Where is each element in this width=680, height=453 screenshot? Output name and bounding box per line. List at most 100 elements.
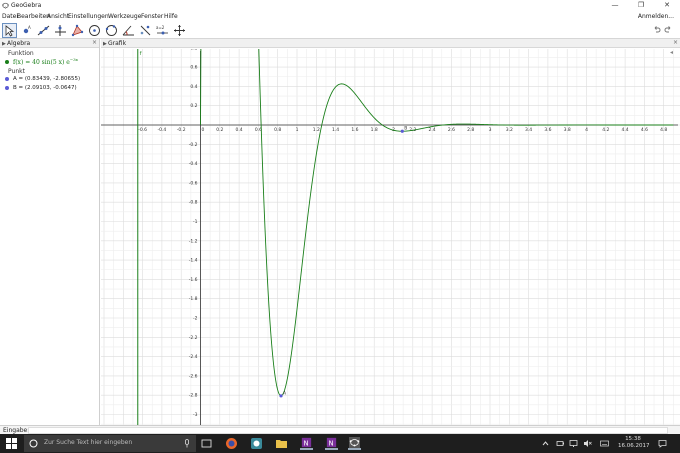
y-tick-label: -1.8 — [189, 296, 198, 302]
line-tool-button[interactable] — [36, 23, 51, 38]
cursor-arrow-icon — [5, 25, 15, 37]
y-tick-label: -1 — [193, 219, 198, 225]
y-tick-label: 0.6 — [190, 65, 197, 71]
move-tool-button[interactable] — [2, 23, 17, 38]
angle-icon — [122, 25, 134, 36]
circle-tool-button[interactable] — [87, 23, 102, 38]
point-entry-b[interactable]: B = (2.09103, -0.0647) — [5, 85, 77, 91]
y-tick-label: -0.6 — [189, 180, 198, 186]
window-title: GeoGebra — [11, 2, 42, 9]
slider-tool-button[interactable]: a=2 — [155, 23, 170, 38]
algebra-title: Algebra — [7, 40, 31, 47]
angle-tool-button[interactable] — [121, 23, 136, 38]
system-clock[interactable]: 15:38 16.06.2017 — [618, 436, 650, 450]
notifications-icon[interactable] — [658, 439, 667, 448]
point-a-value: A = (0.83439, -2.80655) — [13, 76, 81, 82]
chevron-up-icon[interactable] — [541, 439, 550, 448]
x-tick-label: 1.2 — [313, 127, 320, 133]
y-tick-label: -2.4 — [189, 354, 198, 360]
visibility-dot-icon[interactable] — [5, 60, 9, 65]
x-tick-label: -0.6 — [138, 127, 147, 133]
volume-muted-icon[interactable] — [583, 439, 592, 448]
x-tick-label: 2.8 — [467, 127, 474, 133]
circle-three-points-tool-button[interactable] — [104, 23, 119, 38]
undo-icon[interactable] — [653, 25, 661, 33]
perpendicular-tool-button[interactable] — [53, 23, 68, 38]
cortana-circle-icon — [29, 439, 38, 448]
menu-einstellungen[interactable]: Einstellungen — [68, 13, 109, 20]
x-tick-label: 1 — [296, 127, 299, 133]
menu-hilfe[interactable]: Hilfe — [164, 13, 178, 20]
circle-center-point-icon — [89, 25, 100, 36]
firefox-icon[interactable] — [225, 437, 238, 450]
category-point: Punkt — [8, 68, 25, 75]
collapse-triangle-icon[interactable]: ▶ — [2, 41, 6, 47]
menu-datei[interactable]: Datei — [2, 13, 18, 20]
battery-charging-icon[interactable] — [556, 439, 565, 448]
function-exponent: −3x — [69, 57, 78, 62]
function-graph-f[interactable] — [200, 49, 674, 397]
x-tick-label: 2.6 — [448, 127, 455, 133]
algebra-view: ▶ Algebra × Funktion f(x) = 40 sin(5 x) … — [0, 39, 100, 425]
grid — [101, 49, 680, 425]
axes — [101, 51, 678, 425]
keyboard-icon[interactable] — [600, 439, 609, 448]
point-label: B — [404, 126, 407, 132]
x-tick-label: 1.4 — [332, 127, 339, 133]
close-button[interactable]: ✕ — [656, 0, 678, 11]
point-entry-a[interactable]: A = (0.83439, -2.80655) — [5, 76, 80, 82]
style-bar-toggle-icon[interactable]: ◂ — [670, 49, 678, 56]
visibility-dot-icon[interactable] — [5, 76, 9, 81]
svg-text:N: N — [304, 439, 309, 447]
menu-werkzeuge[interactable]: Werkzeuge — [108, 13, 141, 20]
clock-date: 16.06.2017 — [618, 443, 650, 449]
geogebra-taskbar-icon[interactable] — [348, 437, 361, 450]
close-icon[interactable]: × — [92, 39, 97, 46]
onenote-icon[interactable]: N — [325, 437, 338, 450]
x-tick-label: 0.8 — [274, 127, 281, 133]
menu-ansicht[interactable]: Ansicht — [47, 13, 69, 20]
microphone-icon[interactable] — [184, 439, 190, 448]
polygon-icon — [71, 24, 84, 37]
x-tick-label: -0.4 — [158, 127, 167, 133]
function-entry[interactable]: f(x) = 40 sin(5 x) e−3x — [5, 57, 78, 66]
svg-text:N: N — [329, 439, 334, 447]
y-tick-label: -3 — [193, 412, 198, 418]
menu-fenster[interactable]: Fenster — [141, 13, 163, 20]
windows-start-icon[interactable] — [6, 438, 17, 449]
visibility-dot-icon[interactable] — [5, 85, 9, 90]
network-icon[interactable] — [569, 439, 578, 448]
tick-labels: -0.6 -0.4 -0.2 0 0.2 0.4 0.6 0.8 1 1.2 1.4 1.6 1.8 2 2… — [138, 49, 667, 418]
polygon-tool-button[interactable] — [70, 23, 85, 38]
login-link[interactable]: Anmelden... — [638, 13, 674, 20]
redo-icon[interactable] — [664, 25, 672, 33]
onenote-icon[interactable]: N — [300, 437, 313, 450]
app-icon[interactable] — [250, 437, 263, 450]
minimize-button[interactable]: — — [604, 0, 626, 11]
task-view-icon[interactable] — [200, 437, 213, 450]
graphics-view[interactable]: ▶ Grafik × -0.6 -0.4 -0.2 0 0.2 0.4 0.6 0.8 1 1.2… — [101, 39, 680, 425]
x-tick-label: 3.6 — [544, 127, 551, 133]
taskbar: Zur Suche Text hier eingeben N N 15:38 1… — [0, 434, 680, 453]
svg-text:A: A — [28, 25, 31, 30]
collapse-triangle-icon[interactable]: ▶ — [103, 41, 107, 47]
menu-bearbeiten[interactable]: Bearbeiten — [17, 13, 50, 20]
function-definition: f(x) = 40 sin(5 x) e — [13, 58, 70, 66]
move-graphics-tool-button[interactable] — [172, 23, 187, 38]
coordinate-plot[interactable]: -0.6 -0.4 -0.2 0 0.2 0.4 0.6 0.8 1 1.2 1.4 1.6 1.8 2 2… — [101, 49, 680, 425]
file-explorer-icon[interactable] — [275, 437, 288, 450]
svg-text:a=2: a=2 — [156, 25, 165, 30]
line-icon — [37, 25, 50, 36]
y-tick-label: -0.2 — [189, 142, 198, 148]
y-tick-label: 0.2 — [190, 103, 197, 109]
close-icon[interactable]: × — [673, 39, 678, 46]
x-tick-label: 3.2 — [506, 127, 513, 133]
x-tick-label: -0.2 — [177, 127, 186, 133]
input-field[interactable] — [28, 427, 668, 434]
point-tool-button[interactable]: A — [19, 23, 34, 38]
taskbar-search-box[interactable]: Zur Suche Text hier eingeben — [24, 435, 196, 452]
y-tick-label: -2.2 — [189, 335, 198, 341]
reflect-tool-button[interactable] — [138, 23, 153, 38]
maximize-button[interactable]: ❐ — [630, 0, 652, 11]
geogebra-logo-icon — [2, 2, 9, 9]
